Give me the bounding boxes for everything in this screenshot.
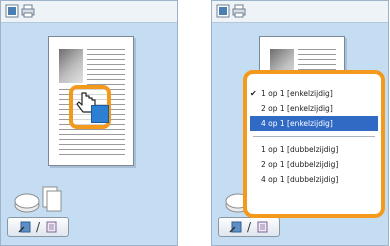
checkmark-icon: ✔ — [250, 89, 257, 98]
menu-item-label: 2 op 1 [dubbelzijdig] — [261, 160, 339, 169]
menu-item-label: 4 op 1 [enkelzijdig] — [261, 119, 333, 128]
menu-item-label: 4 op 1 [dubbelzijdig] — [261, 175, 339, 184]
menu-item-1op1-enkel[interactable]: ✔ 1 op 1 [enkelzijdig] — [247, 86, 381, 101]
menu-item-2op1-dubbel[interactable]: 2 op 1 [dubbelzijdig] — [247, 157, 381, 172]
separator: / — [35, 220, 41, 234]
menu-item-4op1-enkel[interactable]: 4 op 1 [enkelzijdig] — [250, 116, 378, 131]
menu-item-2op1-enkel[interactable]: 2 op 1 [enkelzijdig] — [247, 101, 381, 116]
menu-separator — [253, 136, 375, 137]
view-toggle-bar: / — [7, 217, 69, 237]
view-toggle-bar: / — [218, 217, 280, 237]
paper-stack-icon — [14, 186, 62, 213]
page-icon[interactable] — [44, 220, 58, 234]
page-view-icon[interactable] — [216, 4, 230, 18]
page-icon[interactable] — [255, 220, 269, 234]
menu-item-label: 1 op 1 [dubbelzijdig] — [261, 145, 339, 154]
toolbar — [212, 1, 388, 23]
toolbar — [1, 1, 177, 23]
menu-item-1op1-dubbel[interactable]: 1 op 1 [dubbelzijdig] — [247, 142, 381, 157]
printer-icon[interactable] — [232, 4, 246, 18]
menu-item-label: 2 op 1 [enkelzijdig] — [261, 104, 333, 113]
page-view-icon[interactable] — [5, 4, 19, 18]
page-layout-icon — [91, 105, 109, 123]
printer-icon[interactable] — [21, 4, 35, 18]
menu-item-4op1-dubbel[interactable]: 4 op 1 [dubbelzijdig] — [247, 172, 381, 187]
page-edit-icon[interactable] — [229, 220, 243, 234]
preview-panel-left: / — [0, 0, 178, 246]
layout-button-highlight[interactable] — [69, 85, 111, 129]
page-edit-icon[interactable] — [18, 220, 32, 234]
image-placeholder — [59, 49, 83, 83]
separator: / — [246, 220, 252, 234]
preview-panel-right: / ✔ 1 op 1 [enkelzijdig] 2 op 1 [enkelzi… — [211, 0, 389, 246]
layout-context-menu: ✔ 1 op 1 [enkelzijdig] 2 op 1 [enkelzijd… — [243, 70, 385, 218]
menu-item-label: 1 op 1 [enkelzijdig] — [261, 89, 333, 98]
